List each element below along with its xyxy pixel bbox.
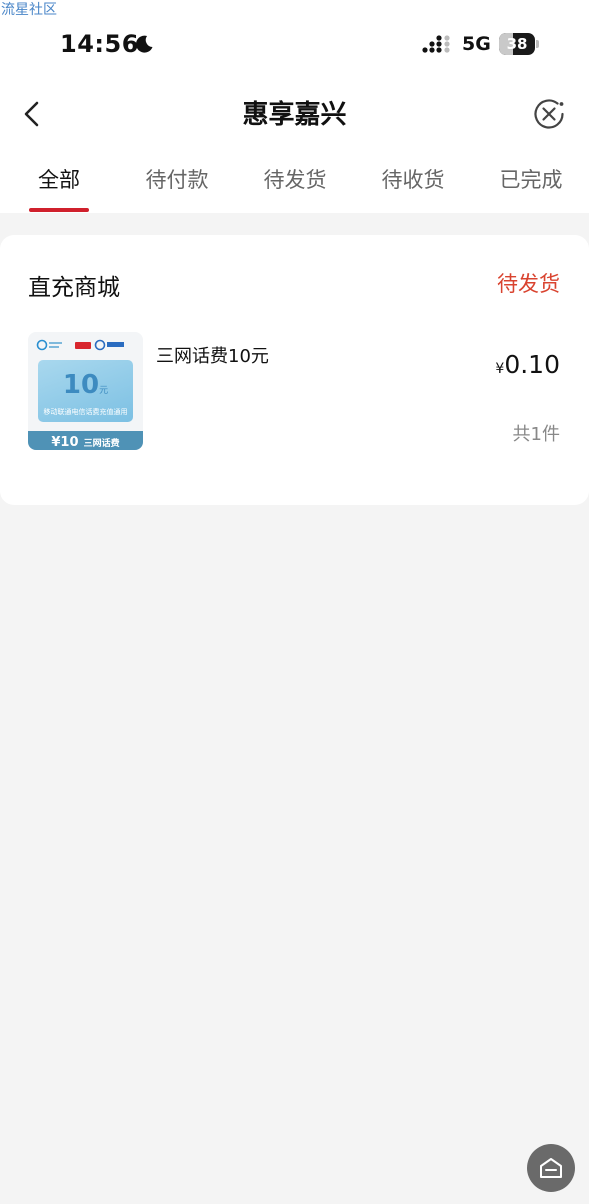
network-type: 5G: [462, 33, 491, 55]
carrier-logos-icon: [36, 339, 124, 351]
price-value: 0.10: [504, 350, 560, 379]
order-tabs: 全部 待付款 待发货 待收货 已完成: [0, 164, 589, 214]
active-tab-indicator: [29, 208, 89, 212]
thumb-amount: 10元: [38, 370, 133, 400]
thumb-band-amount: ¥10: [51, 435, 79, 450]
thumb-amount-number: 10: [62, 370, 100, 400]
recharge-card-image: 10元 移动联通电信话费充值通用: [38, 360, 133, 422]
tab-pending-shipment[interactable]: 待发货: [245, 164, 345, 194]
shop-name: 直充商城: [28, 275, 120, 301]
thumb-description: 移动联通电信话费充值通用: [43, 408, 128, 416]
battery-indicator: 38: [499, 33, 539, 55]
product-thumbnail[interactable]: 10元 移动联通电信话费充值通用 ¥10 三网话费: [28, 332, 143, 450]
home-icon: [540, 1158, 562, 1178]
order-status: 待发货: [497, 272, 560, 296]
moon-icon: [136, 35, 153, 53]
tab-pending-receipt[interactable]: 待收货: [363, 164, 463, 194]
status-time: 14:56: [60, 30, 139, 58]
item-quantity: 共1件: [512, 424, 560, 445]
signal-icon: [422, 35, 450, 53]
order-card[interactable]: 直充商城 待发货 10元 移动联通电信话费充值通用 ¥10 三网话费 三网话费1…: [0, 235, 589, 505]
price-currency: ¥: [495, 361, 505, 377]
product-price: ¥0.10: [495, 350, 560, 379]
close-icon[interactable]: [532, 97, 566, 131]
thumb-amount-unit: 元: [99, 386, 109, 396]
tab-pending-payment[interactable]: 待付款: [127, 164, 227, 194]
thumb-band: ¥10 三网话费: [28, 431, 143, 450]
tab-all[interactable]: 全部: [9, 164, 109, 194]
home-button[interactable]: [527, 1144, 575, 1192]
battery-label: 38: [506, 35, 528, 53]
battery-tip: [536, 40, 539, 48]
watermark: 流星社区: [1, 2, 57, 18]
page-title: 惠享嘉兴: [242, 100, 347, 130]
product-name[interactable]: 三网话费10元: [156, 342, 269, 368]
thumb-band-label: 三网话费: [83, 439, 120, 449]
tab-completed[interactable]: 已完成: [481, 164, 581, 194]
